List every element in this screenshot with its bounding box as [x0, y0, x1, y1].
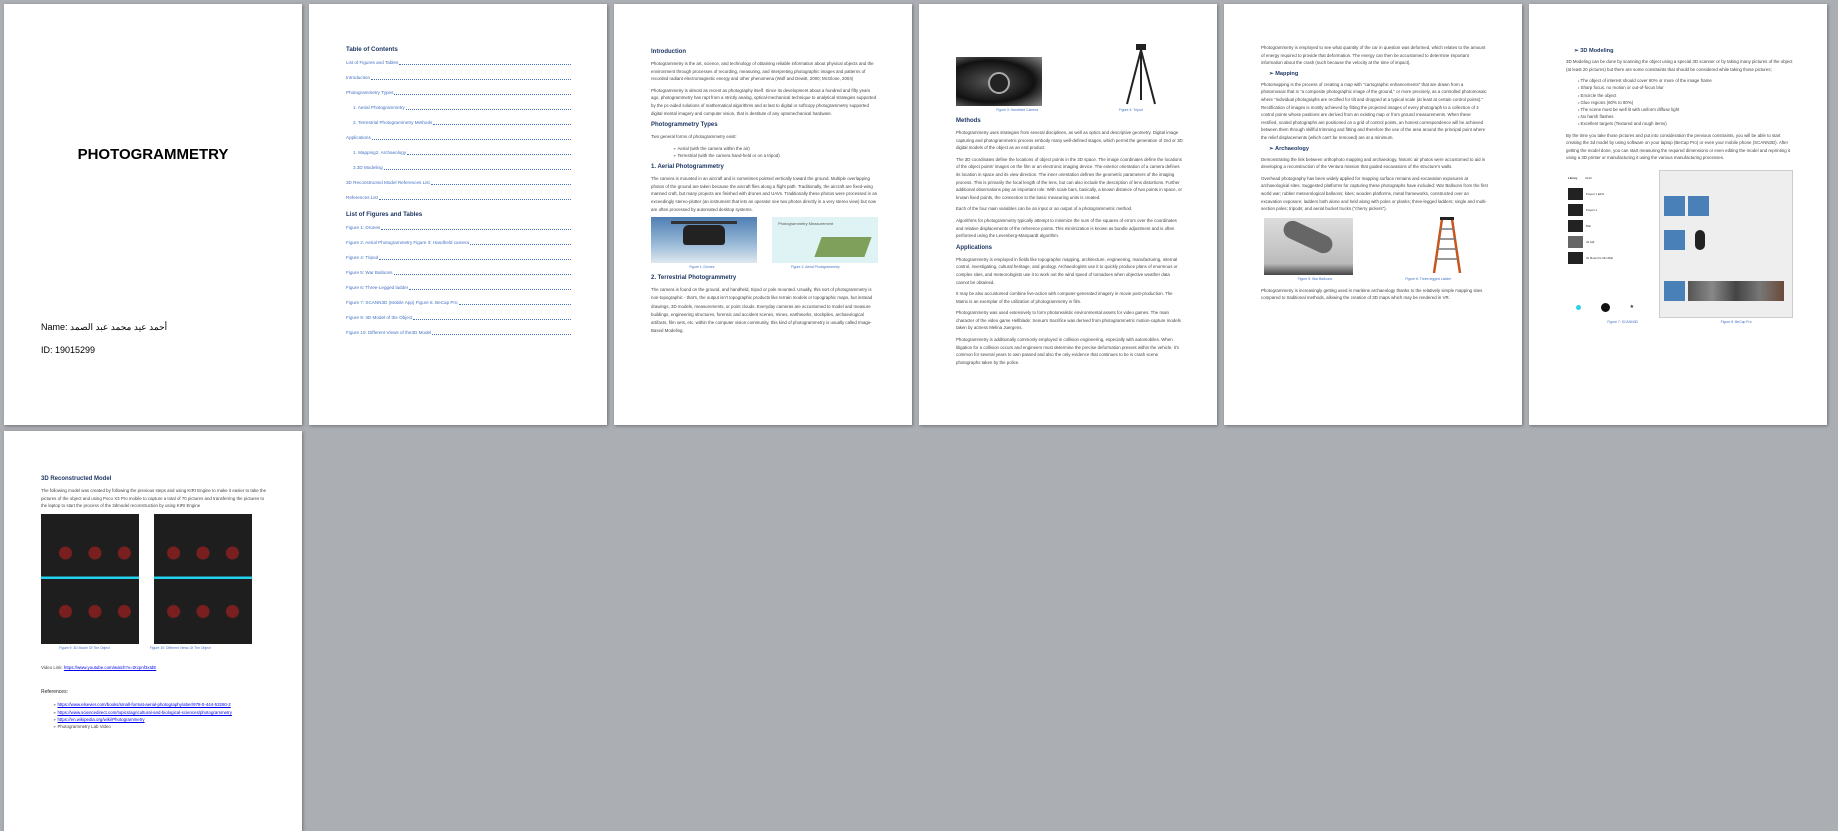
student-id: ID: 19015299	[41, 345, 96, 355]
toc-heading: Table of Contents	[346, 46, 398, 53]
references-heading: References:	[41, 689, 68, 696]
heading-3d-modeling: ➢ 3D Modeling	[1574, 48, 1614, 54]
toc-entry[interactable]: 3D Reconstructed Model References List	[346, 180, 571, 195]
toc-entry[interactable]: 3.3D Modeling	[346, 165, 571, 180]
list-item: No harsh flashes	[1578, 113, 1793, 120]
figure-caption: Figure 10: Different Views Of The Object	[149, 645, 211, 650]
paragraph: Photogrammetry is almost as recent as ph…	[651, 87, 877, 116]
figure-caption: Figure 3: Handheld Camera	[996, 108, 1039, 112]
paragraph: Overhead photography has been widely app…	[1261, 175, 1488, 212]
toc-entry[interactable]: List of Figures and Tables	[346, 60, 571, 75]
figures-heading: List of Figures and Tables	[346, 211, 423, 218]
toc-entry[interactable]: Introduction	[346, 75, 571, 90]
list-item: The object of interest should cover 60% …	[1578, 77, 1793, 84]
heading-archaeology: ➢ Archaeology	[1269, 145, 1309, 152]
camera-image	[956, 57, 1042, 106]
paragraph: Two general forms of photogrammetry exis…	[651, 134, 737, 140]
ladder-image	[1432, 216, 1462, 273]
paragraph: Photomapping is the process of creating …	[1261, 81, 1487, 140]
heading-types: Photogrammetry Types	[651, 122, 718, 129]
list-item: Aerial (with the camera within the air)	[673, 145, 878, 152]
figure-entry[interactable]: Figure 7: SCANN3D (Mobile App) Figure 8.…	[346, 300, 571, 315]
paragraph: Photogrammetry is employed in fields lik…	[956, 256, 1178, 285]
page-methods: Figure 3: Handheld Camera Figure 4: Tripo…	[919, 4, 1217, 425]
page-cover: PHOTOGRAMMETRY Name: أحمد عيد محمد عبد ا…	[4, 4, 302, 425]
reference-item[interactable]: https://www.elsevier.com/books/small-for…	[53, 701, 268, 708]
list-item: Terrestrial (with the camera hand-held o…	[673, 152, 878, 159]
page-introduction: Introduction Photogrammetry is the art, …	[614, 4, 912, 425]
drone-image	[651, 217, 757, 264]
heading-introduction: Introduction	[651, 49, 686, 55]
paragraph: The 3D coordinates define the locations …	[956, 156, 1182, 200]
heading-methods: Methods	[956, 118, 981, 124]
video-link[interactable]: https://www.youtube.com/watch?v=tXcpnf3x…	[64, 665, 156, 670]
figure-entry[interactable]: Figure 10: Different Views of the3D Mode…	[346, 330, 571, 345]
heading-mapping: ➢ Mapping	[1269, 70, 1299, 77]
figure-caption: Figure 1: Drones	[689, 265, 715, 270]
figure-caption: Figure 7: SCANN3D	[1607, 319, 1638, 324]
reference-item[interactable]: https://en.wikipedia.org/wiki/Photogramm…	[53, 716, 268, 723]
paragraph: The camera is found on the ground, and h…	[651, 287, 873, 334]
figure-caption: Figure 4: Tripod	[1118, 108, 1143, 112]
paragraph: It may be also accustomed combine live-a…	[956, 291, 1173, 304]
paragraph: Algorithms for photogrammetry typically …	[956, 217, 1177, 239]
figure-caption: Figure 2: Aerial Photogrammetry	[790, 265, 840, 270]
toc-entry[interactable]: References List	[346, 195, 571, 210]
paragraph: The camera is mounted in an aircraft and…	[651, 176, 878, 212]
paragraph: Photogrammetry is the art, science, and …	[651, 61, 874, 82]
toc-entry[interactable]: Photogrammetry Types	[346, 90, 571, 105]
aerial-diagram-image: Photogrammetry Measurement	[772, 217, 878, 264]
figure-caption: Figure 5: War Balloons	[1297, 276, 1333, 281]
figure-entry[interactable]: Figure 4: Tripod	[346, 255, 571, 270]
page-mapping: Photogrammetry is employed to see what q…	[1224, 4, 1522, 425]
tripod-image	[1126, 44, 1156, 105]
list-item: The scene must be well lit with uniform …	[1578, 106, 1793, 113]
becap-screenshot	[1659, 169, 1793, 318]
list-item: Glue regions (60% to 80%)	[1578, 99, 1793, 106]
doc-title: PHOTOGRAMMETRY	[77, 146, 229, 163]
toc-entry[interactable]: 1. Mapping2. Archaeology	[346, 150, 571, 165]
model-views-image	[154, 513, 252, 644]
paragraph: 3D Modeling can be done by scanning the …	[1566, 59, 1793, 72]
figure-entry[interactable]: Figure 9: 3D Model of the Object	[346, 315, 571, 330]
figure-entry[interactable]: Figure 1: Drones	[346, 225, 571, 240]
figure-entry[interactable]: Figure 6: Three-Legged ladder	[346, 285, 571, 300]
paragraph: Photogrammetry uses strategies from seve…	[956, 130, 1183, 151]
paragraph: Photogrammetry is increasingly getting u…	[1261, 287, 1483, 301]
video-link-line: Video Link: https://www.youtube.com/watc…	[41, 664, 157, 670]
toc-entry[interactable]: Applications	[346, 135, 571, 150]
toc-entry[interactable]: 1. Aerial Photogrammetry	[346, 105, 571, 120]
page-toc: Table of Contents List of Figures and Ta…	[309, 4, 607, 425]
scann3d-screenshot: Library Draft Project 1 Edit1 Project 1 B…	[1566, 169, 1644, 316]
paragraph: Each of the four main variables can be a…	[956, 206, 1133, 212]
page-3d-modeling: ➢ 3D Modeling 3D Modeling can be done by…	[1529, 4, 1827, 425]
heading-reconstructed: 3D Reconstructed Model	[41, 476, 112, 482]
figure-entry[interactable]: Figure 2: Aerial Photogrammetry Figure 3…	[346, 240, 571, 255]
figure-caption: Figure 6: Three-legged Ladder	[1405, 276, 1452, 281]
war-balloon-image	[1264, 217, 1353, 275]
list-item: Excellent targets (Textured and rough it…	[1578, 120, 1793, 127]
heading-terrestrial: 2. Terrestrial Photogrammetry	[651, 275, 737, 282]
paragraph: Demonstrating the link between orthophot…	[1261, 156, 1486, 170]
paragraph: By the time you take those pictures and …	[1566, 132, 1791, 161]
paragraph: The following model was created by follo…	[41, 488, 267, 509]
list-item: Encircle the object	[1578, 92, 1793, 99]
author-name: Name: أحمد عيد محمد عبد الصمد	[41, 322, 168, 332]
list-item: Sharp focus, no motion or out-of-focus b…	[1578, 84, 1793, 91]
figure-caption: Figure 9: 3D Model Of The Object	[59, 645, 110, 650]
model-image	[41, 513, 139, 644]
heading-applications: Applications	[956, 244, 993, 251]
toc-entry[interactable]: 2. Terrestrial Photogrammetry Methods	[346, 120, 571, 135]
figure-entry[interactable]: Figure 5: War Balloons	[346, 270, 571, 285]
heading-aerial: 1. Aerial Photogrammetry	[651, 164, 724, 171]
reference-item: Photogrammetry Lab Video	[53, 723, 268, 730]
reference-item[interactable]: https://www.sciencedirect.com/topics/agr…	[53, 709, 268, 716]
page-reconstructed-model: 3D Reconstructed Model The following mod…	[4, 431, 302, 831]
paragraph: Photogrammetry is employed to see what q…	[1261, 45, 1486, 66]
paragraph: Photogrammetry is additionally commonly …	[956, 337, 1179, 365]
paragraph: Photogrammetry was used extensively to f…	[956, 310, 1181, 331]
figure-caption: Figure 8: BeCap Pro	[1720, 319, 1752, 324]
